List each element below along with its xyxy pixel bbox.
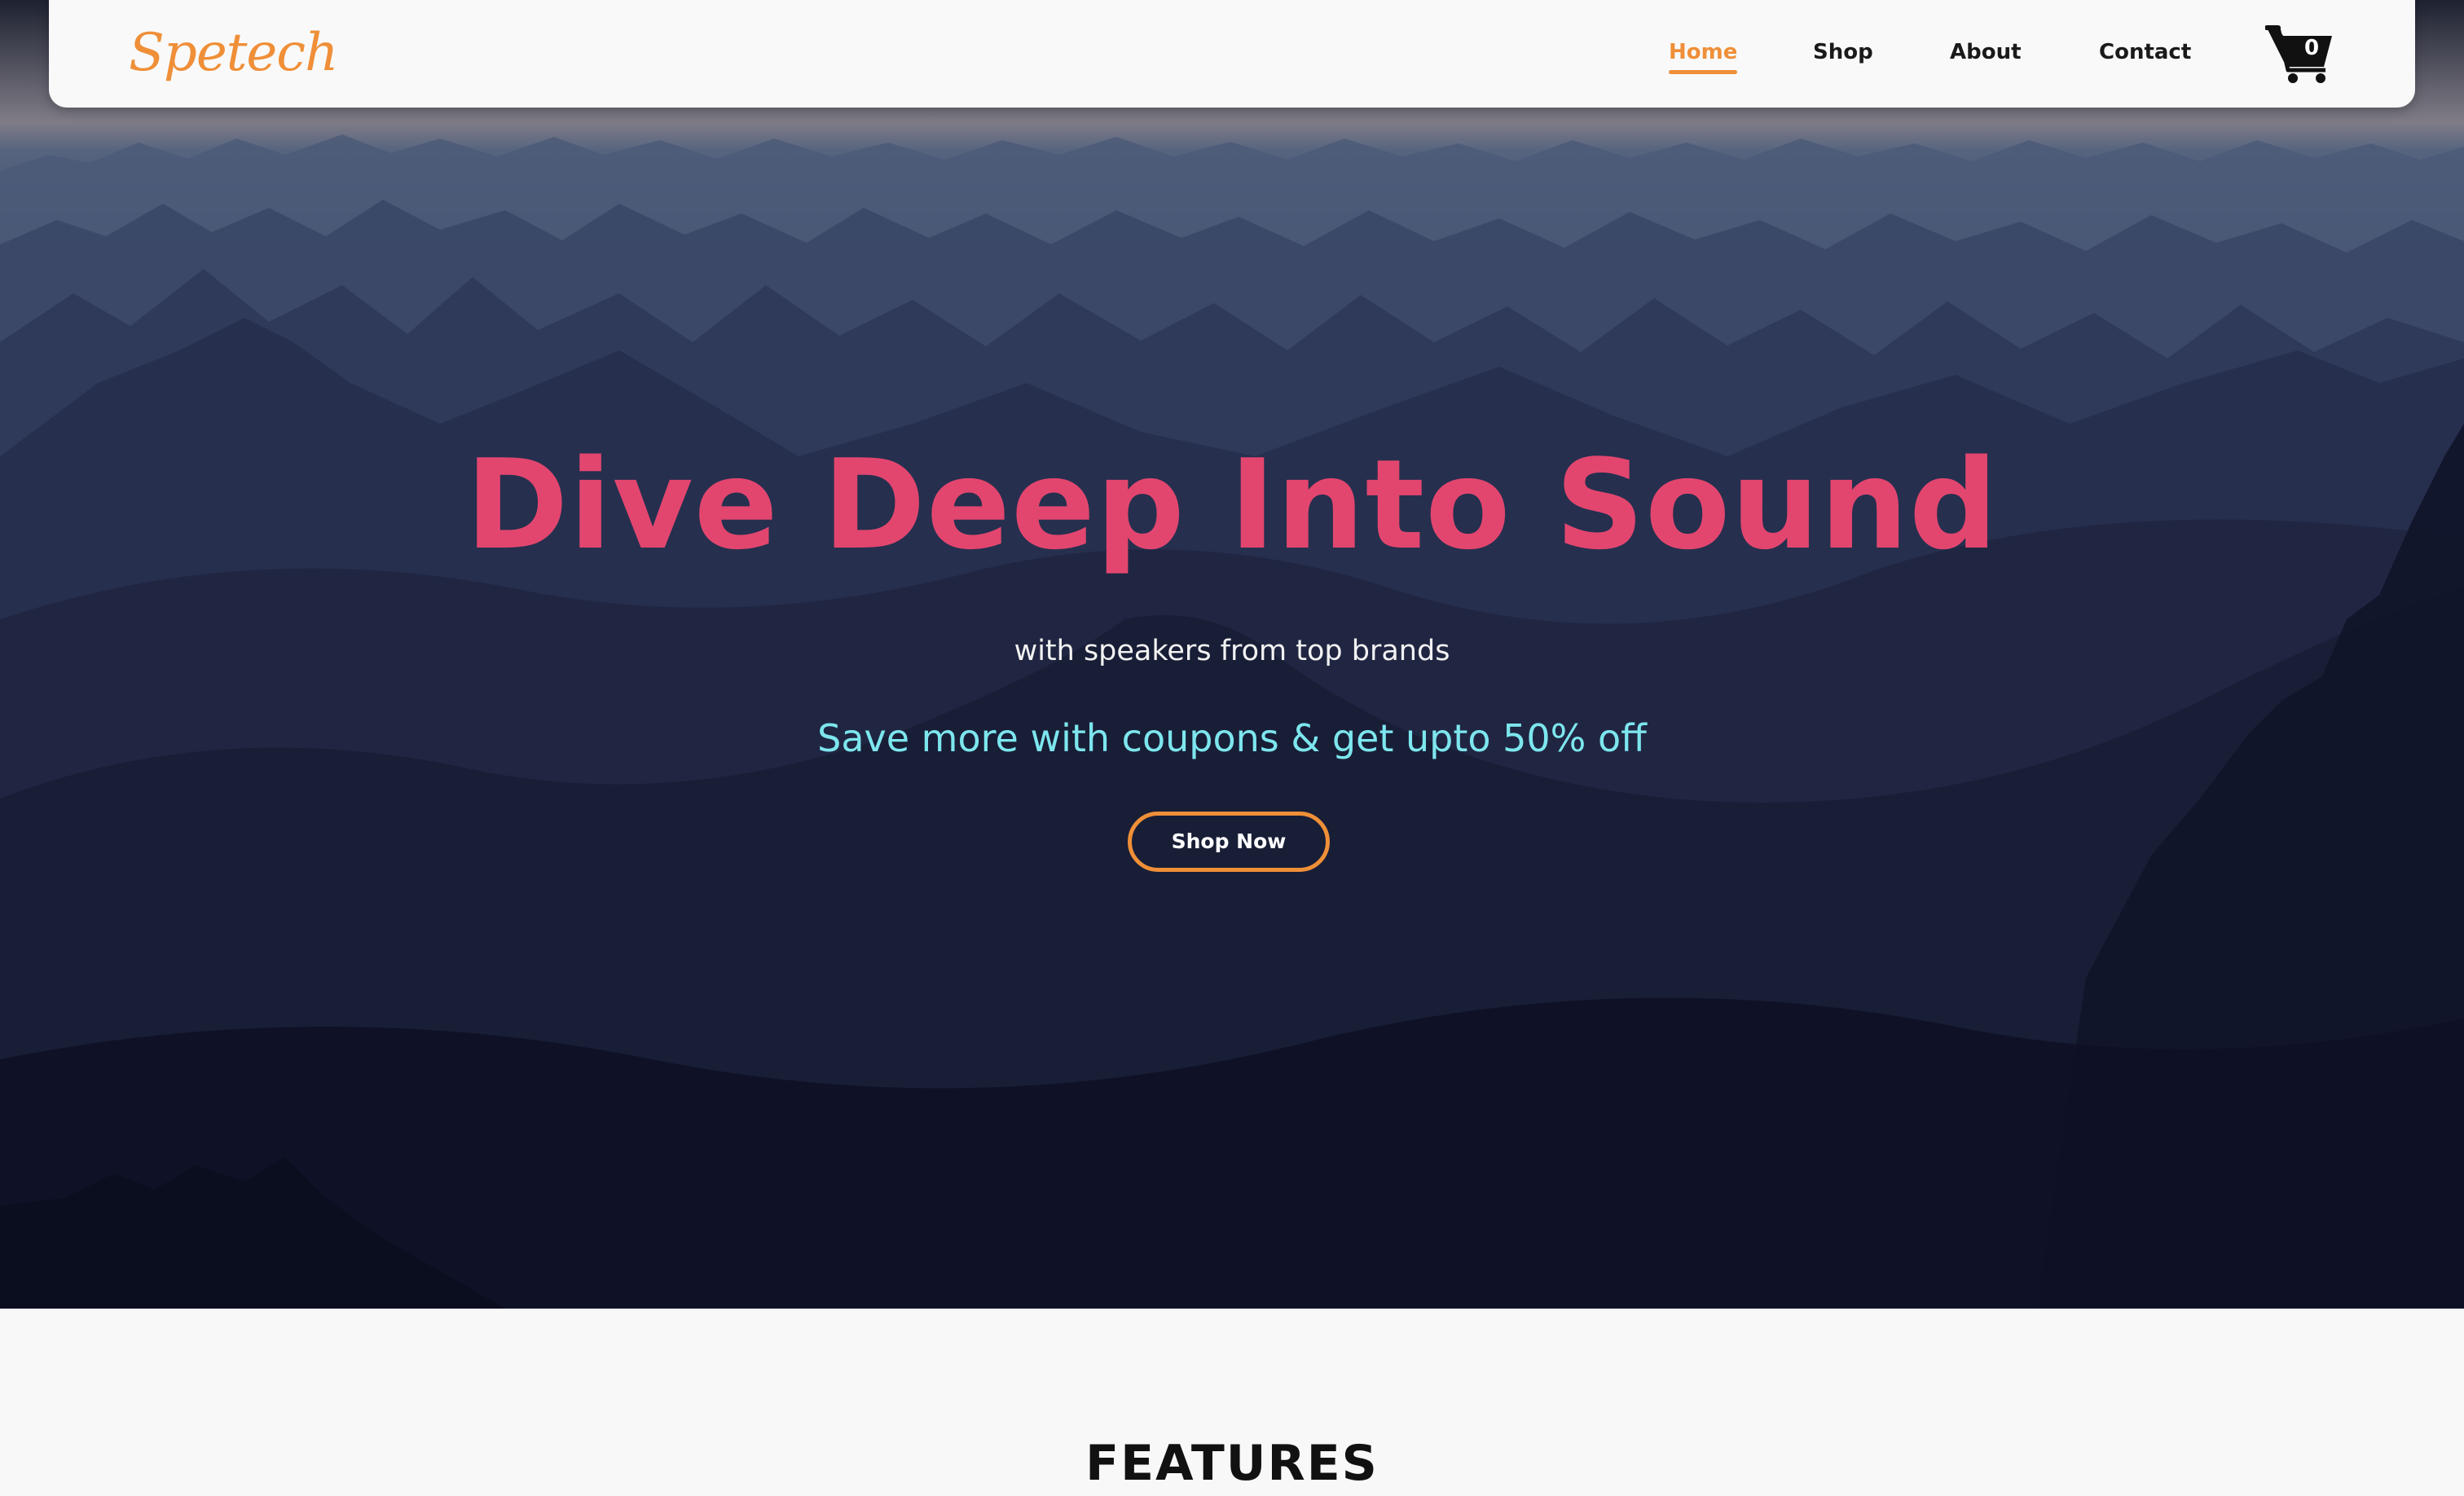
nav-link-about-label: About [1950,40,2022,64]
nav-link-home[interactable]: Home [1669,36,1738,74]
hero-section: Dive Deep Into Sound with speakers from … [0,0,2464,1309]
nav-link-contact-label: Contact [2099,40,2192,64]
hero-offer-text: Save more with coupons & get upto 50% of… [817,716,1647,760]
nav-link-contact[interactable]: Contact [2099,36,2191,68]
nav-link-shop-label: Shop [1813,40,1873,64]
shop-now-button[interactable]: Shop Now [1128,812,1330,872]
nav-link-shop[interactable]: Shop [1813,36,1873,68]
hero-subtitle: with speakers from top brands [1014,635,1450,667]
hero-title: Dive Deep Into Sound [465,433,1999,577]
active-nav-underline [1669,70,1738,74]
logo[interactable]: Spetech [129,16,338,90]
navbar: Spetech Home Shop About Contact 0 [49,0,2415,108]
nav-link-home-label: Home [1669,40,1738,64]
nav-link-about[interactable]: About [1950,36,2022,68]
cart-count-badge: 0 [2303,36,2320,60]
features-section: FEATURES [0,1309,2464,1492]
cart-button[interactable]: 0 [2265,21,2339,86]
features-heading: FEATURES [1085,1434,1379,1492]
